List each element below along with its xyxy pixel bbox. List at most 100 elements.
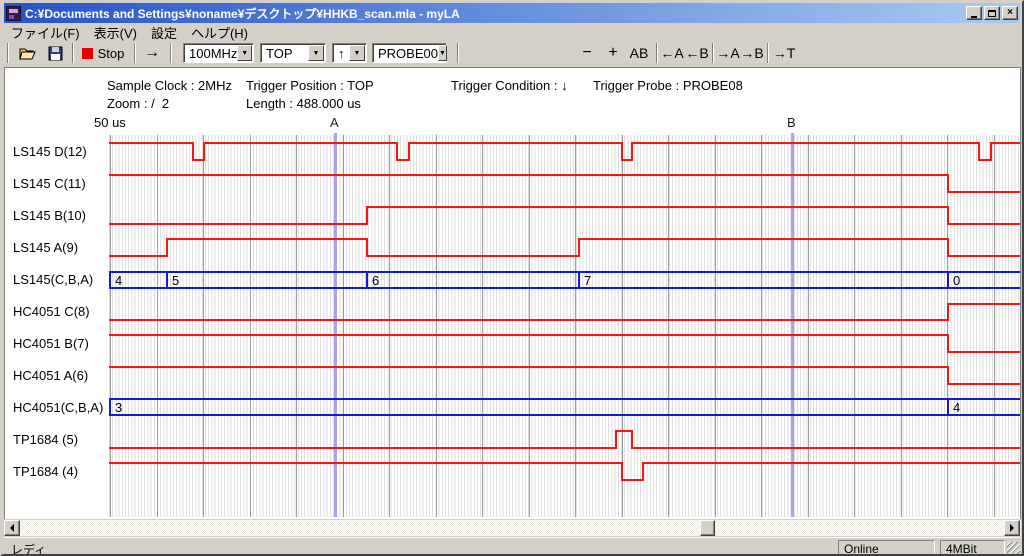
waveform-segment [109, 462, 621, 464]
waveform-segment [109, 223, 366, 225]
bus-value: 3 [115, 400, 122, 415]
waveform-segment [621, 159, 631, 161]
gridline-major [854, 135, 855, 517]
channel-label: LS145 A(9) [13, 240, 78, 255]
resize-grip-icon[interactable] [1007, 542, 1020, 555]
waveform-segment [631, 142, 978, 144]
bus-edge [109, 271, 111, 289]
bus-bottom-line [109, 287, 1020, 289]
waveform-segment [947, 255, 1020, 257]
waveform-edge [990, 142, 992, 161]
bus-value: 7 [584, 273, 591, 288]
scroll-left-button[interactable] [4, 520, 20, 536]
waveform-layer[interactable]: A B LS145 D(12) LS145 C(11) LS145 B(10) LS145… [3, 2, 1024, 556]
waveform-segment [947, 223, 1020, 225]
gridline-major [529, 135, 530, 517]
waveform-segment [990, 142, 1020, 144]
bus-top-line [109, 398, 1020, 400]
waveform-segment [947, 351, 1020, 353]
gridline-major [622, 135, 623, 517]
waveform-segment [109, 142, 192, 144]
channel-label: HC4051 A(6) [13, 368, 88, 383]
gridline-major [250, 135, 251, 517]
waveform-segment [109, 174, 947, 176]
fine-gridlines [109, 135, 1020, 517]
waveform-segment [578, 238, 947, 240]
channel-label: HC4051 C(8) [13, 304, 90, 319]
gridline-major [296, 135, 297, 517]
waveform-segment [109, 319, 947, 321]
bus-bottom-line [109, 414, 1020, 416]
gridline-major [808, 135, 809, 517]
marker-label-a: A [330, 115, 339, 130]
waveform-segment [642, 462, 1020, 464]
gridline-major [436, 135, 437, 517]
waveform-segment [621, 479, 642, 481]
bus-value: 5 [172, 273, 179, 288]
waveform-edge [166, 238, 168, 257]
gridline-major [715, 135, 716, 517]
channel-label: LS145(C,B,A) [13, 272, 93, 287]
channel-label: HC4051 B(7) [13, 336, 89, 351]
waveform-segment [203, 142, 396, 144]
waveform-segment [366, 255, 578, 257]
bus-transition [947, 271, 949, 289]
status-bar: レディ Online 4MBit [4, 537, 1021, 556]
waveform-edge [947, 303, 949, 321]
waveform-segment [631, 447, 1020, 449]
waveform-segment [109, 255, 166, 257]
waveform-edge [578, 238, 580, 257]
waveform-segment [615, 430, 631, 432]
bus-value: 0 [953, 273, 960, 288]
waveform-edge [642, 462, 644, 481]
waveform-segment [109, 447, 615, 449]
status-ready-text: レディ [11, 541, 46, 556]
waveform-segment [192, 159, 203, 161]
gridline-major [901, 135, 902, 517]
bus-transition [366, 271, 368, 289]
waveform-segment [947, 191, 1020, 193]
bus-value: 4 [953, 400, 960, 415]
marker-line-a[interactable] [334, 133, 337, 517]
waveform-segment [978, 159, 990, 161]
bus-value: 6 [372, 273, 379, 288]
status-memory-badge: 4MBit [940, 540, 1005, 556]
channel-label: LS145 D(12) [13, 144, 87, 159]
gridline-major [110, 135, 111, 517]
bus-transition [578, 271, 580, 289]
waveform-edge [203, 142, 205, 161]
scroll-left-icon [6, 524, 14, 532]
waveform-segment [109, 334, 947, 336]
bus-value: 4 [115, 273, 122, 288]
waveform-segment [947, 383, 1020, 385]
waveform-segment [166, 238, 366, 240]
channel-label: HC4051(C,B,A) [13, 400, 103, 415]
channel-label: TP1684 (4) [13, 464, 78, 479]
waveform-segment [947, 303, 1020, 305]
marker-line-b[interactable] [791, 133, 794, 517]
scrollbar-thumb[interactable] [700, 520, 715, 536]
waveform-segment [109, 366, 947, 368]
bus-transition [166, 271, 168, 289]
waveform-segment [366, 206, 947, 208]
waveform-edge [366, 206, 368, 225]
waveform-edge [615, 430, 617, 449]
marker-label-b: B [787, 115, 796, 130]
waveform-segment [408, 142, 621, 144]
bus-transition [947, 398, 949, 416]
horizontal-scrollbar[interactable] [4, 519, 1021, 536]
bus-top-line [109, 271, 1020, 273]
status-online-badge: Online [838, 540, 935, 556]
channel-label: LS145 B(10) [13, 208, 86, 223]
gridline-major [575, 135, 576, 517]
gridline-major [389, 135, 390, 517]
channel-label: TP1684 (5) [13, 432, 78, 447]
bus-edge [109, 398, 111, 416]
gridline-major [203, 135, 204, 517]
gridline-major [157, 135, 158, 517]
application-window: C:¥Documents and Settings¥noname¥デスクトップ¥… [0, 0, 1024, 556]
scroll-right-button[interactable] [1004, 520, 1020, 536]
gridline-major [482, 135, 483, 517]
gridline-major [668, 135, 669, 517]
channel-label: LS145 C(11) [13, 176, 86, 191]
